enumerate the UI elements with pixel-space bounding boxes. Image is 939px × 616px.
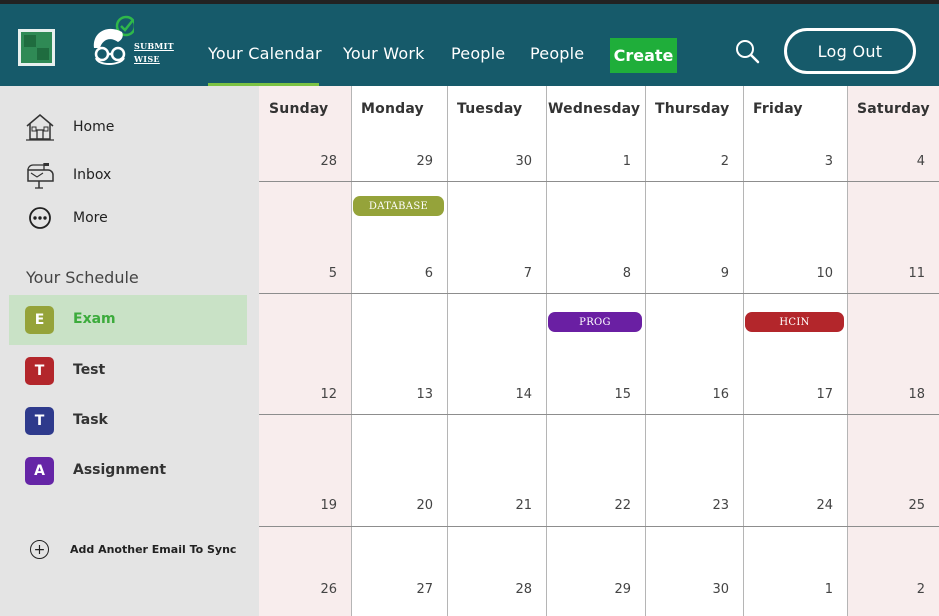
schedule-badge: E <box>25 306 54 334</box>
schedule-badge: A <box>25 457 54 485</box>
date-number[interactable]: 2 <box>699 154 729 169</box>
date-number[interactable]: 6 <box>403 266 433 281</box>
create-button[interactable]: Create <box>610 38 677 73</box>
nav-people-2[interactable]: People <box>530 44 584 63</box>
date-number[interactable]: 7 <box>502 266 532 281</box>
grid-column-divider <box>351 86 352 616</box>
day-header-wednesday: Wednesday <box>548 101 641 117</box>
date-number[interactable]: 4 <box>895 154 925 169</box>
day-header-thursday: Thursday <box>655 101 730 117</box>
date-number[interactable]: 19 <box>307 498 337 513</box>
date-number[interactable]: 18 <box>895 387 925 402</box>
app-grid-logo[interactable] <box>18 29 55 66</box>
nav-your-work[interactable]: Your Work <box>343 44 425 63</box>
sidebar-item-more[interactable]: More <box>24 203 108 233</box>
grid-column-divider <box>743 86 744 616</box>
date-number[interactable]: 23 <box>699 498 729 513</box>
date-number[interactable]: 10 <box>803 266 833 281</box>
date-number[interactable]: 24 <box>803 498 833 513</box>
day-header-saturday: Saturday <box>857 101 930 117</box>
date-number[interactable]: 17 <box>803 387 833 402</box>
sidebar-item-home[interactable]: Home <box>24 112 114 142</box>
date-number[interactable]: 29 <box>403 154 433 169</box>
sidebar-item-label: Inbox <box>73 167 112 183</box>
grid-row-divider <box>259 414 939 415</box>
schedule-label: Exam <box>73 311 116 327</box>
add-email-sync-button[interactable]: + Add Another Email To Sync <box>30 540 236 559</box>
date-number[interactable]: 11 <box>895 266 925 281</box>
date-number[interactable]: 27 <box>403 582 433 597</box>
nav-people[interactable]: People <box>451 44 505 63</box>
day-header-friday: Friday <box>753 101 803 117</box>
schedule-label: Test <box>73 362 106 378</box>
date-number[interactable]: 25 <box>895 498 925 513</box>
date-number[interactable]: 29 <box>601 582 631 597</box>
nav-your-calendar[interactable]: Your Calendar <box>208 44 322 63</box>
calendar-event-prog[interactable]: PROG <box>548 312 642 332</box>
schedule-item-exam[interactable]: E Exam <box>9 295 247 345</box>
date-number[interactable]: 16 <box>699 387 729 402</box>
date-number[interactable]: 8 <box>601 266 631 281</box>
sidebar-item-label: More <box>73 210 108 226</box>
day-header-tuesday: Tuesday <box>457 101 523 117</box>
date-number[interactable]: 9 <box>699 266 729 281</box>
date-number[interactable]: 2 <box>895 582 925 597</box>
calendar-event-database[interactable]: DATABASE <box>353 196 444 216</box>
search-icon[interactable] <box>734 38 760 64</box>
sidebar: Home Inbox More Your Schedule E Exam T T… <box>0 86 259 616</box>
day-header-monday: Monday <box>361 101 424 117</box>
grid-column-divider <box>847 86 848 616</box>
grid-row-divider <box>259 293 939 294</box>
schedule-item-task[interactable]: T Task <box>9 396 247 446</box>
calendar-event-hcin[interactable]: HCIN <box>745 312 844 332</box>
sidebar-item-inbox[interactable]: Inbox <box>24 160 111 190</box>
date-number[interactable]: 13 <box>403 387 433 402</box>
date-number[interactable]: 28 <box>307 154 337 169</box>
day-header-sunday: Sunday <box>269 101 329 117</box>
schedule-item-assignment[interactable]: A Assignment <box>9 446 247 496</box>
date-number[interactable]: 20 <box>403 498 433 513</box>
schedule-item-test[interactable]: T Test <box>9 346 247 396</box>
more-dots-icon <box>29 207 51 229</box>
grid-column-divider <box>546 86 547 616</box>
add-circle-icon: + <box>30 540 49 559</box>
date-number[interactable]: 21 <box>502 498 532 513</box>
grid-column-divider <box>645 86 646 616</box>
date-number[interactable]: 1 <box>601 154 631 169</box>
weekend-bg-sunday <box>259 86 351 616</box>
add-email-label: Add Another Email To Sync <box>70 543 237 556</box>
mailbox-icon <box>27 163 54 189</box>
top-navbar: SUBMIT WISE Your Calendar Your Work Peop… <box>0 4 939 89</box>
date-number[interactable]: 3 <box>803 154 833 169</box>
date-number[interactable]: 12 <box>307 387 337 402</box>
logout-button[interactable]: Log Out <box>784 28 916 74</box>
date-number[interactable]: 14 <box>502 387 532 402</box>
date-number[interactable]: 30 <box>699 582 729 597</box>
date-number[interactable]: 15 <box>601 387 631 402</box>
schedule-badge: T <box>25 357 54 385</box>
schedule-label: Task <box>73 412 108 428</box>
grid-row-divider <box>259 526 939 527</box>
nerd-mascot-icon <box>93 15 137 65</box>
grid-row-divider <box>259 181 939 182</box>
house-icon <box>26 114 54 141</box>
date-number[interactable]: 30 <box>502 154 532 169</box>
weekend-bg-saturday <box>847 86 939 616</box>
brand-name: SUBMIT WISE <box>134 41 174 64</box>
schedule-label: Assignment <box>73 462 167 478</box>
brand-logo: SUBMIT WISE <box>88 14 178 74</box>
sidebar-item-label: Home <box>73 119 115 135</box>
date-number[interactable]: 28 <box>502 582 532 597</box>
date-number[interactable]: 1 <box>803 582 833 597</box>
date-number[interactable]: 5 <box>307 266 337 281</box>
schedule-title: Your Schedule <box>26 268 139 287</box>
grid-column-divider <box>447 86 448 616</box>
date-number[interactable]: 26 <box>307 582 337 597</box>
date-number[interactable]: 22 <box>601 498 631 513</box>
calendar-grid: Sunday Monday Tuesday Wednesday Thursday Frid… <box>259 86 939 616</box>
schedule-badge: T <box>25 407 54 435</box>
